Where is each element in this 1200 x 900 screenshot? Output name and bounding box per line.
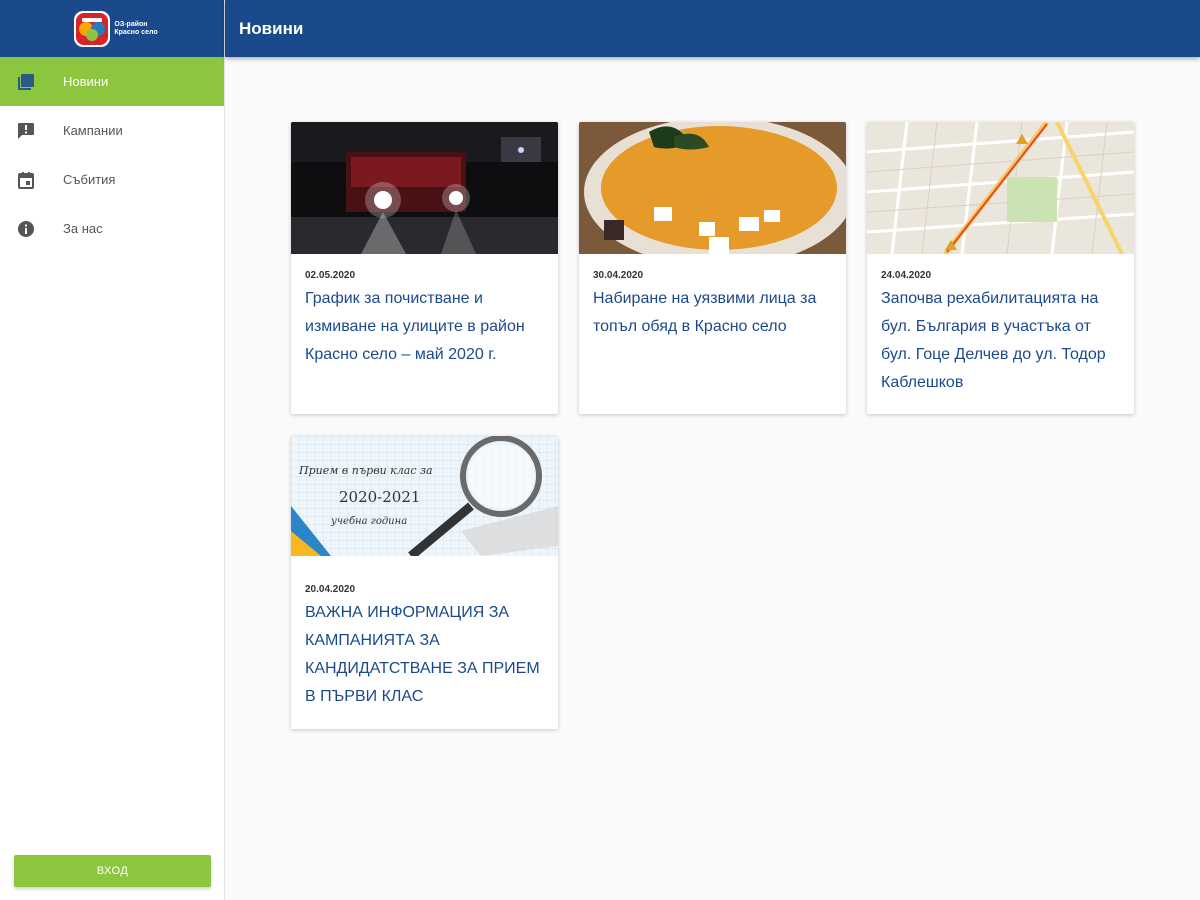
login-button[interactable]: вход: [14, 855, 211, 887]
sidebar-item-campaigns[interactable]: Кампании: [0, 106, 224, 155]
sidebar-item-events[interactable]: Събития: [0, 155, 224, 204]
news-title[interactable]: Започва рехабилитацията на бул. България…: [881, 285, 1120, 397]
news-card-image: [867, 122, 1134, 254]
news-date: 24.04.2020: [881, 270, 932, 281]
info-icon: [16, 219, 36, 239]
news-title[interactable]: Набиране на уязвими лица за топъл обяд в…: [593, 285, 832, 341]
sidebar-nav: Новини Кампании Събития За нас: [0, 57, 224, 253]
news-icon: [16, 72, 36, 92]
news-card[interactable]: Прием в първи клас за 2020-2021 учебна г…: [291, 436, 558, 729]
sidebar: ОЗ-район Красно село Новини Кампании Съб…: [0, 0, 225, 900]
sidebar-item-label: Новини: [63, 74, 109, 89]
news-card-image: Прием в първи клас за 2020-2021 учебна г…: [291, 436, 558, 556]
sidebar-item-label: За нас: [63, 221, 103, 236]
logo-badge-icon: [74, 10, 111, 47]
banner-text-line-1: Прием в първи клас за: [298, 464, 433, 477]
calendar-icon: [16, 170, 36, 190]
banner-text-line-2: 2020-2021: [339, 488, 420, 506]
news-card[interactable]: 24.04.2020 Започва рехабилитацията на бу…: [867, 122, 1134, 414]
banner-text-line-3: учебна година: [330, 516, 407, 527]
sidebar-item-news[interactable]: Новини: [0, 57, 224, 106]
top-app-bar: Новини: [225, 0, 1200, 57]
sidebar-item-about[interactable]: За нас: [0, 204, 224, 253]
news-card-image: [579, 122, 846, 254]
news-card-image: [291, 122, 558, 254]
announcement-icon: [16, 121, 36, 141]
news-date: 02.05.2020: [305, 270, 356, 281]
sidebar-item-label: Кампании: [63, 123, 123, 138]
logo-text: ОЗ-район Красно село: [114, 21, 157, 37]
logo[interactable]: ОЗ-район Красно село: [74, 10, 158, 47]
news-date: 30.04.2020: [593, 270, 644, 281]
logo-line-2: Красно село: [114, 28, 158, 36]
news-card[interactable]: 02.05.2020 График за почистване и измива…: [291, 122, 558, 414]
logo-area: ОЗ-район Красно село: [0, 0, 224, 57]
sidebar-item-label: Събития: [63, 172, 116, 187]
logo-line-1: ОЗ-район: [114, 20, 148, 28]
news-title[interactable]: ВАЖНА ИНФОРМАЦИЯ ЗА КАМПАНИЯТА ЗА КАНДИД…: [305, 599, 544, 711]
news-date: 20.04.2020: [305, 584, 356, 595]
news-title[interactable]: График за почистване и измиване на улици…: [305, 285, 544, 369]
news-card[interactable]: 30.04.2020 Набиране на уязвими лица за т…: [579, 122, 846, 414]
page-title: Новини: [239, 18, 304, 38]
